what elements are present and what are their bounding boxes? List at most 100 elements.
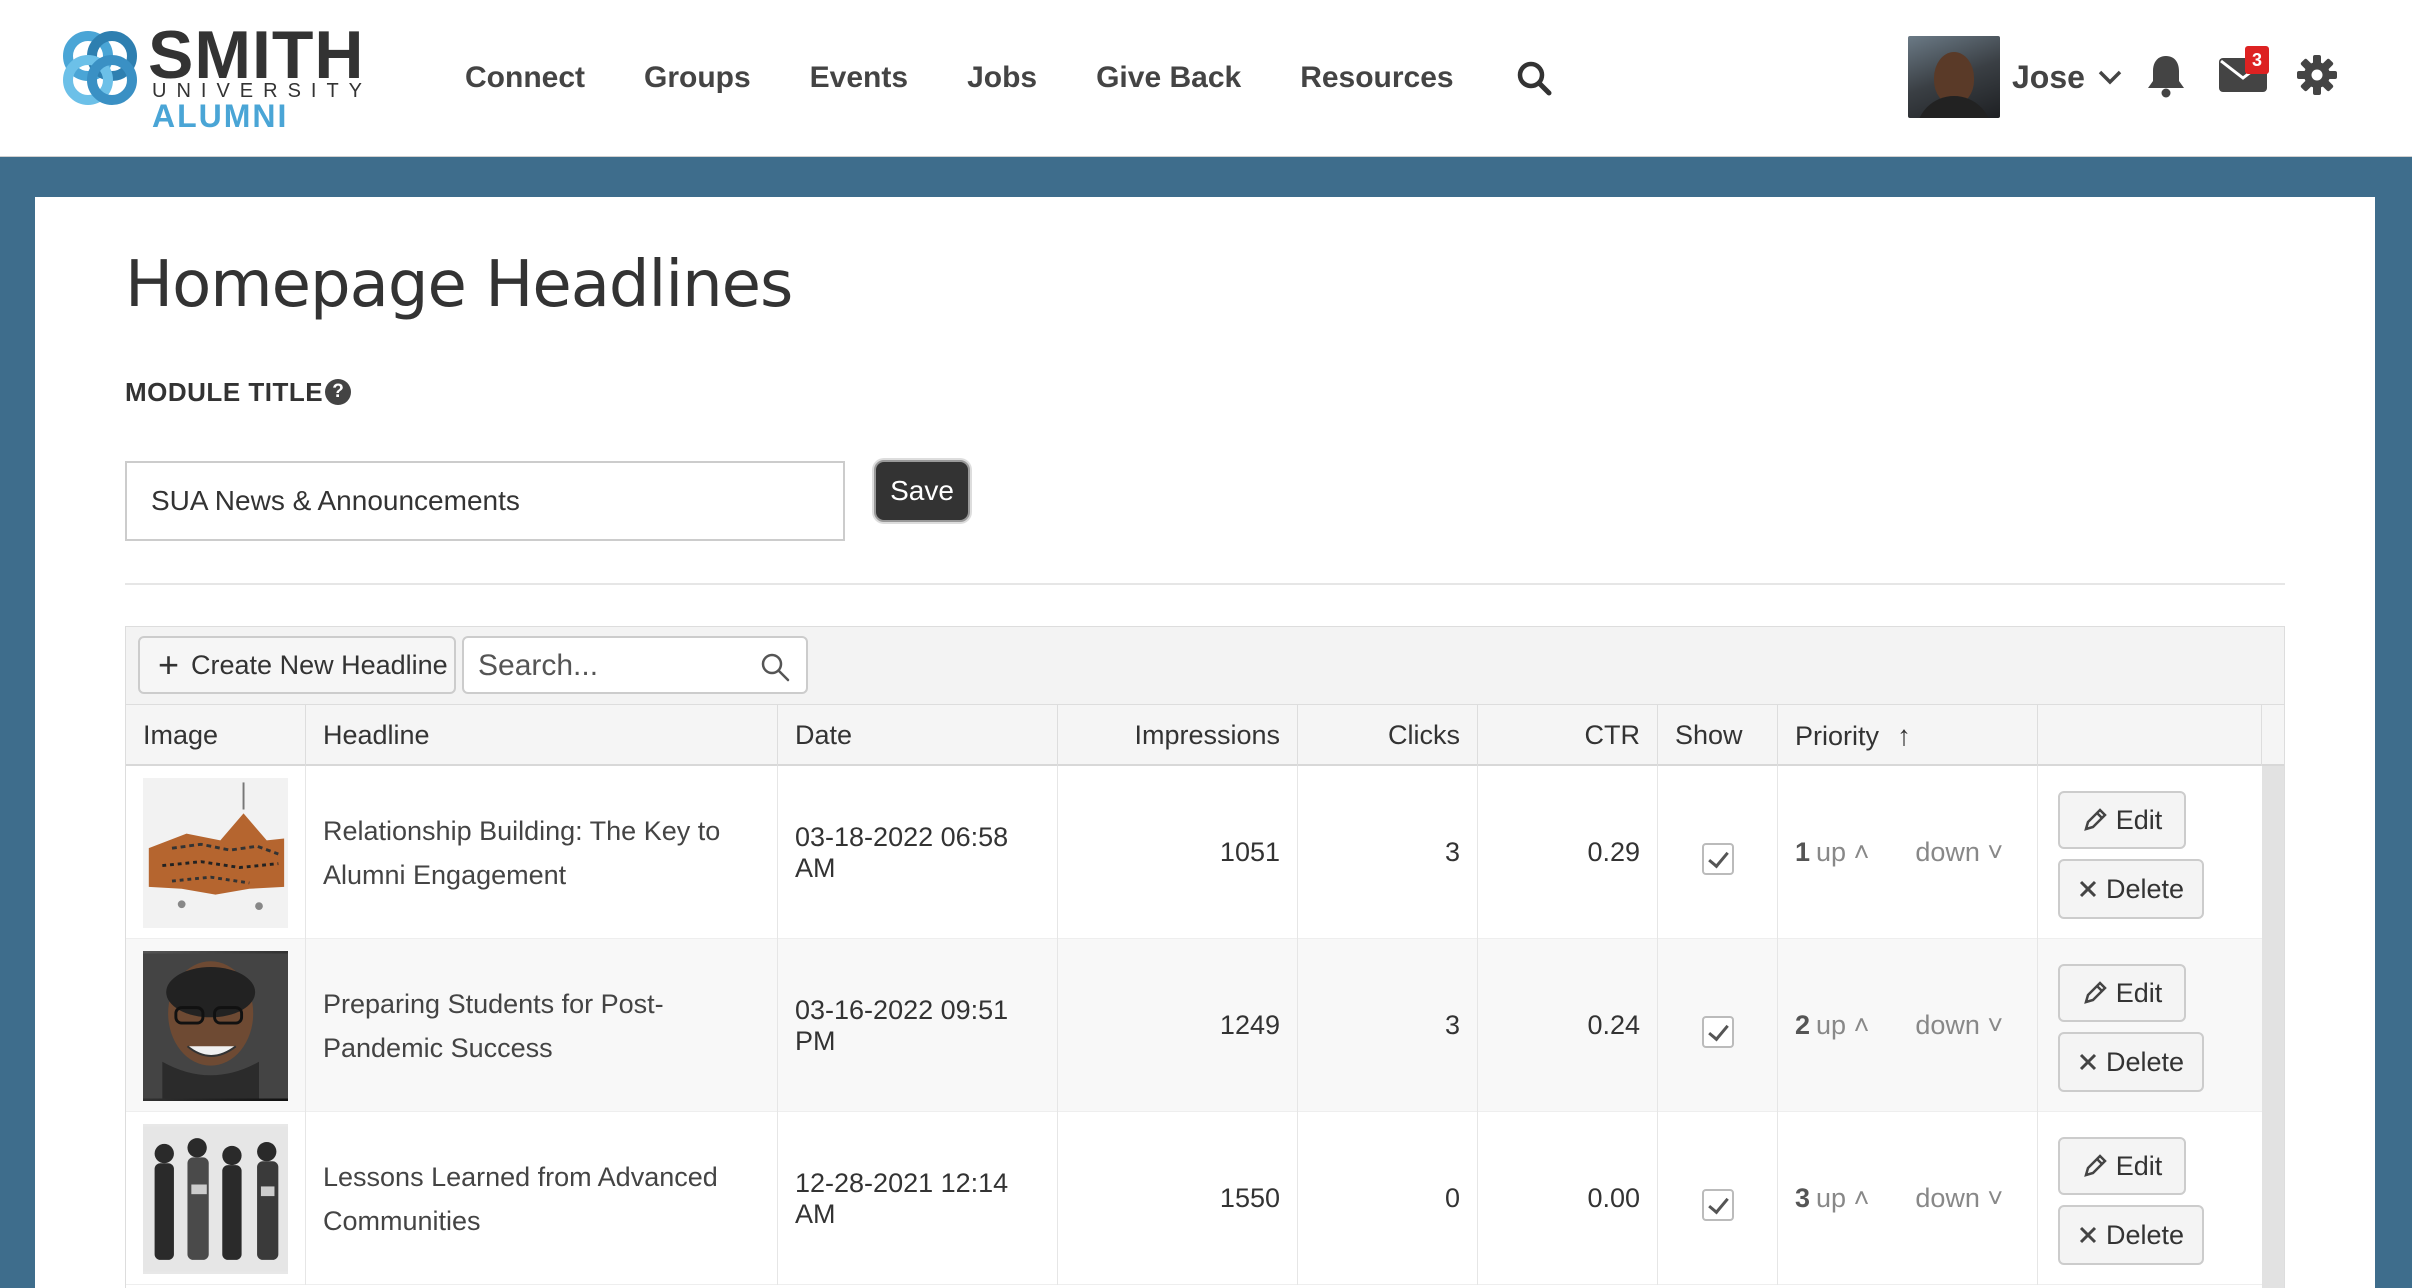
user-menu[interactable]: Jose: [1908, 36, 2123, 118]
image-cell: [126, 939, 306, 1112]
show-checkbox[interactable]: [1701, 842, 1734, 875]
priority-down-button[interactable]: down ˅: [1915, 1010, 2003, 1041]
logo-knot-icon: [63, 31, 137, 105]
show-cell: [1658, 939, 1778, 1112]
headline-thumbnail[interactable]: [143, 1123, 288, 1274]
table-search[interactable]: [462, 636, 808, 694]
arrow-up-icon: ↑: [1897, 720, 1912, 751]
create-new-headline-label: Create New Headline: [191, 649, 448, 680]
mail-count-badge: 3: [2245, 46, 2269, 74]
top-navigation-bar: SMITH UNIVERSITY ALUMNI Connect Groups E…: [0, 0, 2412, 157]
nav-item-groups[interactable]: Groups: [644, 58, 751, 98]
priority-value: 3: [1795, 1183, 1811, 1213]
pencil-icon: [2083, 981, 2107, 1004]
edit-label: Edit: [2115, 1150, 2163, 1181]
headlines-table: + Create New Headline Image Headline Dat…: [125, 626, 2285, 1288]
pencil-icon: [2083, 1154, 2107, 1177]
divider: [125, 583, 2285, 585]
priority-value: 1: [1795, 837, 1811, 867]
main-content-panel: Homepage Headlines MODULE TITLE ? Save +…: [35, 197, 2375, 1288]
pencil-icon: [2083, 808, 2107, 831]
save-button[interactable]: Save: [874, 460, 970, 522]
table-toolbar: + Create New Headline: [126, 627, 2284, 705]
edit-label: Edit: [2115, 977, 2163, 1008]
impressions-cell: 1051: [1058, 766, 1298, 939]
show-checkbox[interactable]: [1701, 1188, 1734, 1221]
priority-cell: 2 up ˄ down ˅: [1778, 939, 2038, 1112]
image-cell: [126, 766, 306, 939]
actions-cell: Edit Delete: [2038, 1112, 2262, 1285]
table-row: Preparing Students for Post-Pandemic Suc…: [126, 939, 2262, 1112]
ctr-cell: 0.29: [1478, 766, 1658, 939]
edit-button[interactable]: Edit: [2058, 791, 2186, 849]
user-name[interactable]: Jose: [2012, 59, 2085, 96]
search-icon[interactable]: [760, 652, 790, 682]
nav-item-resources[interactable]: Resources: [1300, 58, 1453, 98]
main-navigation: Connect Groups Events Jobs Give Back Res…: [465, 58, 1513, 98]
actions-cell: Edit Delete: [2038, 766, 2262, 939]
bell-icon[interactable]: [2144, 52, 2188, 98]
delete-label: Delete: [2105, 1219, 2185, 1250]
headline-cell: Lessons Learned from Advanced Communitie…: [306, 1112, 778, 1285]
priority-up-button[interactable]: up ˄: [1816, 1010, 1869, 1041]
x-icon: [2079, 880, 2097, 898]
priority-down-button[interactable]: down ˅: [1915, 1183, 2003, 1214]
module-title-input[interactable]: [125, 461, 845, 541]
clicks-cell: 0: [1298, 1112, 1478, 1285]
delete-label: Delete: [2105, 873, 2185, 904]
column-header-actions: [2038, 705, 2262, 766]
table-scrollbar[interactable]: [2262, 766, 2284, 1288]
avatar[interactable]: [1908, 36, 2000, 118]
delete-label: Delete: [2105, 1046, 2185, 1077]
headline-title[interactable]: Preparing Students for Post-Pandemic Suc…: [323, 982, 760, 1070]
headline-thumbnail[interactable]: [143, 777, 288, 928]
delete-button[interactable]: Delete: [2058, 859, 2204, 919]
headline-title[interactable]: Lessons Learned from Advanced Communitie…: [323, 1155, 760, 1243]
create-new-headline-button[interactable]: + Create New Headline: [138, 636, 456, 694]
nav-item-events[interactable]: Events: [810, 58, 908, 98]
chevron-down-icon[interactable]: [2097, 67, 2123, 87]
search-icon[interactable]: [1516, 60, 1552, 96]
headline-thumbnail[interactable]: [143, 950, 288, 1101]
ctr-cell: 0.00: [1478, 1112, 1658, 1285]
date-cell: 03-16-2022 09:51 PM: [778, 939, 1058, 1112]
gear-icon[interactable]: [2296, 54, 2338, 96]
nav-item-give-back[interactable]: Give Back: [1096, 58, 1241, 98]
column-header-date[interactable]: Date: [778, 705, 1058, 766]
show-cell: [1658, 1112, 1778, 1285]
search-input[interactable]: [478, 646, 748, 686]
edit-button[interactable]: Edit: [2058, 1137, 2186, 1195]
priority-value: 2: [1795, 1010, 1811, 1040]
show-checkbox[interactable]: [1701, 1015, 1734, 1048]
priority-down-button[interactable]: down ˅: [1915, 837, 2003, 868]
nav-item-jobs[interactable]: Jobs: [967, 58, 1037, 98]
module-title-label: MODULE TITLE: [125, 377, 324, 407]
headline-title[interactable]: Relationship Building: The Key to Alumni…: [323, 809, 760, 897]
priority-up-button[interactable]: up ˄: [1816, 1183, 1869, 1214]
clicks-cell: 3: [1298, 939, 1478, 1112]
logo-alumni-text: ALUMNI: [152, 98, 289, 134]
question-circle-icon[interactable]: ?: [325, 379, 351, 405]
page-title: Homepage Headlines: [125, 248, 793, 322]
clicks-cell: 3: [1298, 766, 1478, 939]
impressions-cell: 1249: [1058, 939, 1298, 1112]
column-header-headline[interactable]: Headline: [306, 705, 778, 766]
delete-button[interactable]: Delete: [2058, 1205, 2204, 1265]
nav-item-connect[interactable]: Connect: [465, 58, 585, 98]
column-header-show[interactable]: Show: [1658, 705, 1778, 766]
headline-cell: Relationship Building: The Key to Alumni…: [306, 766, 778, 939]
date-cell: 12-28-2021 12:14 AM: [778, 1112, 1058, 1285]
column-header-ctr[interactable]: CTR: [1478, 705, 1658, 766]
ctr-cell: 0.24: [1478, 939, 1658, 1112]
edit-button[interactable]: Edit: [2058, 964, 2186, 1022]
table-row: Lessons Learned from Advanced Communitie…: [126, 1112, 2262, 1285]
edit-label: Edit: [2115, 804, 2163, 835]
column-header-image[interactable]: Image: [126, 705, 306, 766]
column-header-impressions[interactable]: Impressions: [1058, 705, 1298, 766]
date-cell: 03-18-2022 06:58 AM: [778, 766, 1058, 939]
delete-button[interactable]: Delete: [2058, 1032, 2204, 1092]
smith-university-alumni-logo[interactable]: SMITH UNIVERSITY ALUMNI: [60, 20, 380, 134]
column-header-priority[interactable]: Priority ↑: [1778, 705, 2038, 766]
priority-up-button[interactable]: up ˄: [1816, 837, 1869, 868]
column-header-clicks[interactable]: Clicks: [1298, 705, 1478, 766]
